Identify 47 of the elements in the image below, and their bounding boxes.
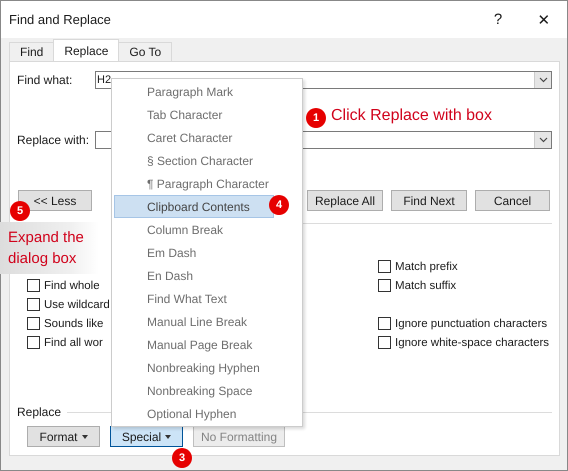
checkbox[interactable] <box>27 336 40 349</box>
menu-item[interactable]: En Dash <box>114 264 274 287</box>
close-button[interactable]: ✕ <box>521 10 567 28</box>
menu-item[interactable]: Em Dash <box>114 241 274 264</box>
menu-item[interactable]: Find What Text <box>114 287 274 310</box>
tab[interactable]: Go To <box>118 42 172 61</box>
menu-item[interactable]: § Section Character <box>114 149 274 172</box>
field-label: Find what: <box>17 73 74 87</box>
menu-item[interactable]: Nonbreaking Space <box>114 379 274 402</box>
find-next-button[interactable]: Find Next <box>391 190 467 211</box>
checkbox[interactable] <box>378 317 391 330</box>
dropdown-icon <box>538 137 548 143</box>
checkbox-label: Ignore punctuation characters <box>395 318 548 330</box>
replace-all-button[interactable]: Replace All <box>307 190 383 211</box>
section-label: Replace <box>17 405 62 419</box>
checkbox[interactable] <box>27 279 40 292</box>
menu-item[interactable]: Tab Character <box>114 103 274 126</box>
checkbox-label: Find all wor <box>44 336 103 348</box>
dropdown-icon <box>538 77 548 83</box>
checkbox-label: Find whole <box>44 280 100 292</box>
dropdown-button[interactable]: Format <box>27 426 100 447</box>
window-title: Find and Replace <box>9 12 112 27</box>
checkbox[interactable] <box>378 260 391 273</box>
menu-item[interactable]: Optional Hyphen <box>114 402 274 425</box>
checkbox-label: Match prefix <box>395 260 458 272</box>
checkbox[interactable] <box>27 298 40 311</box>
callout-text: Click Replace with box <box>331 107 492 125</box>
checkbox[interactable] <box>378 336 391 349</box>
menu-item[interactable]: Manual Page Break <box>114 333 274 356</box>
dropdown-button[interactable]: Special <box>110 426 183 447</box>
checkbox[interactable] <box>27 317 40 330</box>
checkbox-label: Ignore white-space characters <box>395 336 550 348</box>
cancel-button[interactable]: Cancel <box>475 190 550 211</box>
checkbox-label: Match suffix <box>395 280 456 292</box>
menu-item[interactable]: Manual Line Break <box>114 310 274 333</box>
menu-item[interactable]: Caret Character <box>114 126 274 149</box>
checkbox-label: Use wildcard <box>44 298 110 310</box>
menu-item[interactable]: Clipboard Contents <box>114 195 274 218</box>
help-button[interactable]: ? <box>475 11 521 28</box>
checkbox[interactable] <box>378 279 391 292</box>
field-label: Replace with: <box>17 133 90 147</box>
checkbox-label: Sounds like <box>44 318 104 330</box>
menu-item[interactable]: Nonbreaking Hyphen <box>114 356 274 379</box>
menu-item[interactable]: ¶ Paragraph Character <box>114 172 274 195</box>
menu-item[interactable]: Column Break <box>114 218 274 241</box>
tab[interactable]: Replace <box>53 39 120 61</box>
tab[interactable]: Find <box>9 42 54 61</box>
